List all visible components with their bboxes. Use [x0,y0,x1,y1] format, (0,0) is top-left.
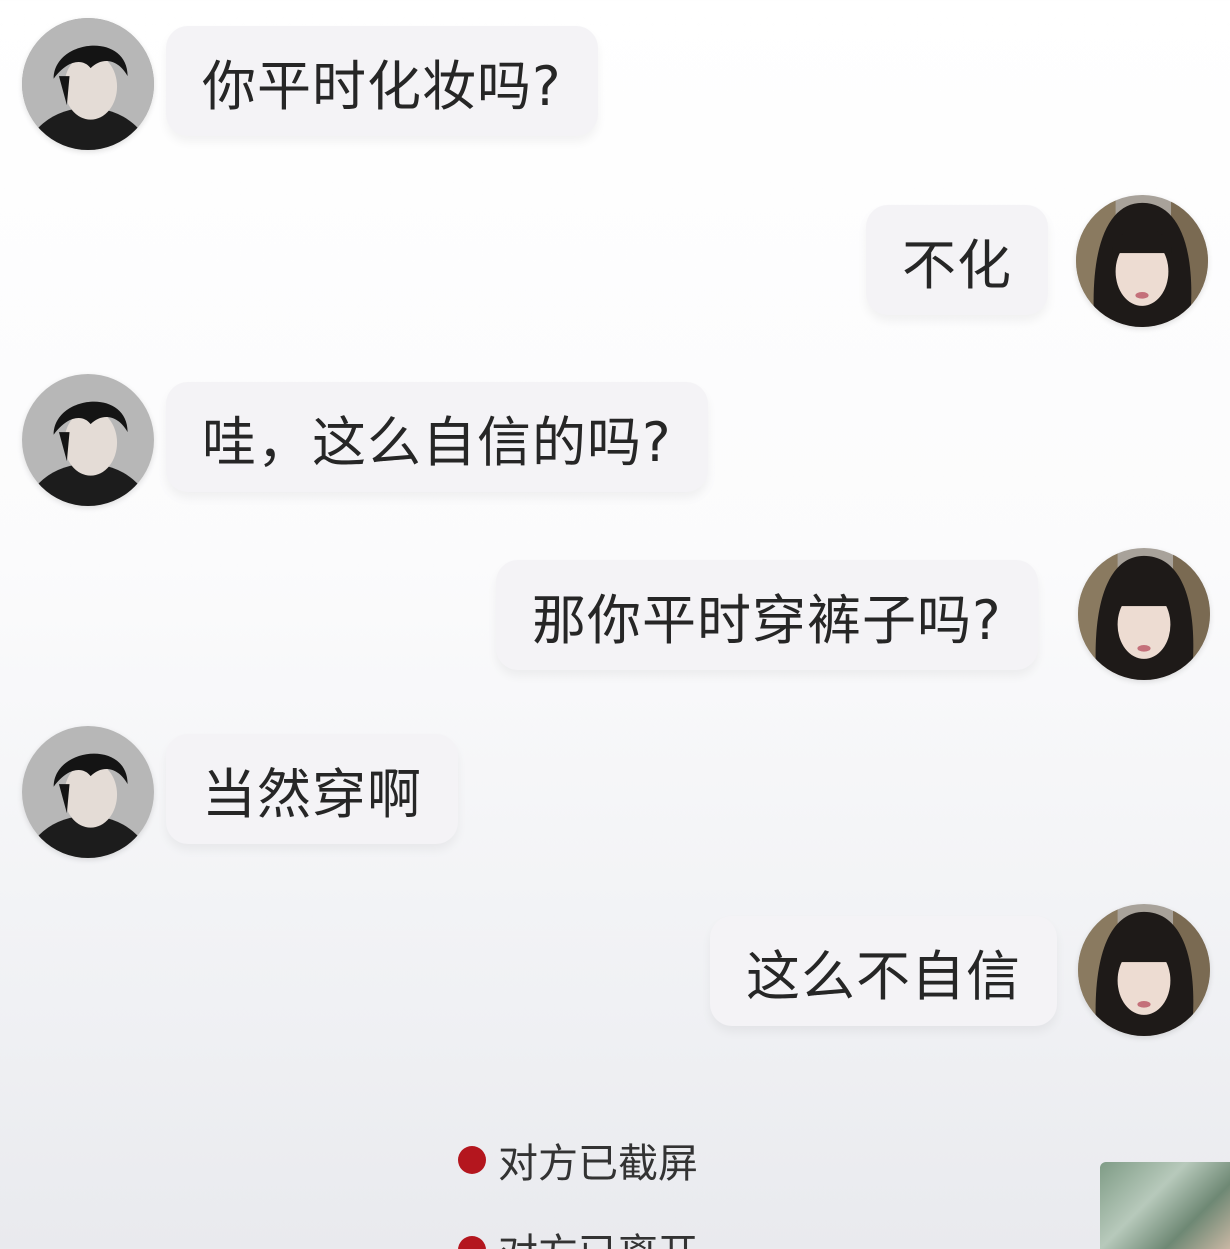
video-thumbnail[interactable] [1100,1162,1230,1249]
red-dot-icon [458,1146,486,1174]
left-chat-notice: 对方已离开 [458,1220,698,1249]
male-avatar[interactable] [22,726,154,858]
message-text: 那你平时穿裤子吗? [532,588,1002,652]
message-bubble[interactable]: 哇，这么自信的吗? [166,382,708,492]
message-bubble[interactable]: 当然穿啊 [166,734,458,844]
female-avatar[interactable] [1076,195,1208,327]
notice-text: 对方已离开 [498,1221,698,1249]
screenshot-notice: 对方已截屏 [458,1130,698,1190]
message-text: 这么不自信 [746,944,1021,1008]
notice-text: 对方已截屏 [498,1141,698,1187]
female-avatar[interactable] [1078,904,1210,1036]
message-bubble[interactable]: 不化 [866,205,1048,315]
female-avatar[interactable] [1078,548,1210,680]
male-avatar[interactable] [22,374,154,506]
message-text: 哇，这么自信的吗? [202,410,672,474]
message-bubble[interactable]: 这么不自信 [710,916,1057,1026]
message-text: 当然穿啊 [202,762,422,826]
message-bubble[interactable]: 你平时化妆吗? [166,26,598,136]
male-avatar[interactable] [22,18,154,150]
system-notices: 对方已截屏 对方已离开 [458,1130,698,1249]
red-dot-icon [458,1236,486,1249]
chat-view: 你平时化妆吗? 不化 哇，这么自信的吗? 那你平时穿裤子吗? 当然穿啊 这么不自… [0,0,1230,1249]
message-text: 不化 [902,233,1012,297]
message-bubble[interactable]: 那你平时穿裤子吗? [496,560,1038,670]
message-text: 你平时化妆吗? [202,54,562,118]
